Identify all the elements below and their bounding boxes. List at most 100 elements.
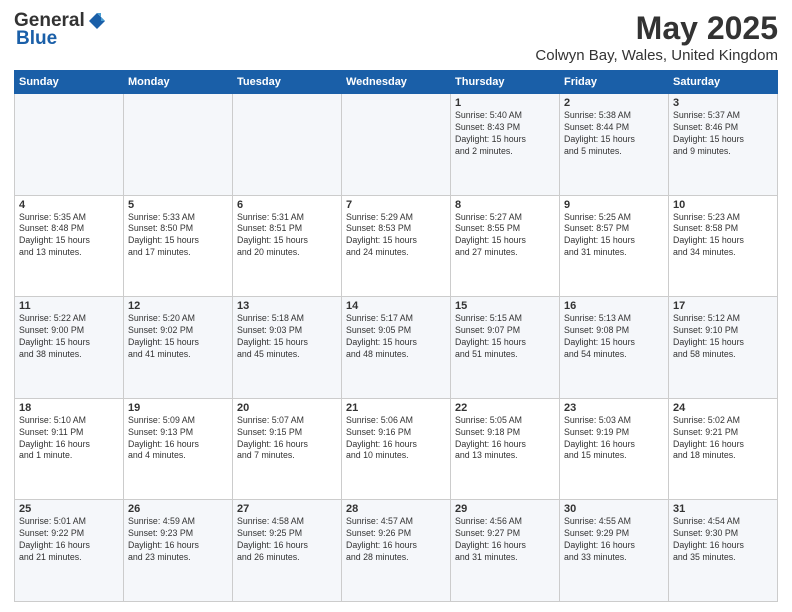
day-number: 16 [564, 300, 664, 312]
day-info: Sunrise: 5:25 AMSunset: 8:57 PMDaylight:… [564, 212, 664, 260]
day-number: 12 [128, 300, 228, 312]
calendar-cell: 22Sunrise: 5:05 AMSunset: 9:18 PMDayligh… [451, 398, 560, 500]
day-number: 30 [564, 503, 664, 515]
day-info: Sunrise: 5:07 AMSunset: 9:15 PMDaylight:… [237, 415, 337, 463]
day-number: 15 [455, 300, 555, 312]
day-header-sunday: Sunday [15, 71, 124, 94]
day-info: Sunrise: 5:22 AMSunset: 9:00 PMDaylight:… [19, 313, 119, 361]
day-info: Sunrise: 5:06 AMSunset: 9:16 PMDaylight:… [346, 415, 446, 463]
month-year: May 2025 [535, 10, 778, 47]
day-info: Sunrise: 5:33 AMSunset: 8:50 PMDaylight:… [128, 212, 228, 260]
page: General Blue May 2025 Colwyn Bay, Wales,… [0, 0, 792, 612]
header: General Blue May 2025 Colwyn Bay, Wales,… [14, 10, 778, 64]
calendar-cell: 15Sunrise: 5:15 AMSunset: 9:07 PMDayligh… [451, 297, 560, 399]
day-number: 23 [564, 402, 664, 414]
calendar-week-1: 1Sunrise: 5:40 AMSunset: 8:43 PMDaylight… [15, 94, 778, 196]
day-info: Sunrise: 5:01 AMSunset: 9:22 PMDaylight:… [19, 516, 119, 564]
calendar-week-2: 4Sunrise: 5:35 AMSunset: 8:48 PMDaylight… [15, 195, 778, 297]
calendar-cell: 16Sunrise: 5:13 AMSunset: 9:08 PMDayligh… [560, 297, 669, 399]
days-header-row: SundayMondayTuesdayWednesdayThursdayFrid… [15, 71, 778, 94]
day-number: 13 [237, 300, 337, 312]
day-number: 20 [237, 402, 337, 414]
day-header-thursday: Thursday [451, 71, 560, 94]
day-info: Sunrise: 5:23 AMSunset: 8:58 PMDaylight:… [673, 212, 773, 260]
day-number: 31 [673, 503, 773, 515]
calendar-cell: 14Sunrise: 5:17 AMSunset: 9:05 PMDayligh… [342, 297, 451, 399]
day-number: 21 [346, 402, 446, 414]
calendar-cell: 17Sunrise: 5:12 AMSunset: 9:10 PMDayligh… [669, 297, 778, 399]
day-number: 17 [673, 300, 773, 312]
day-info: Sunrise: 5:35 AMSunset: 8:48 PMDaylight:… [19, 212, 119, 260]
calendar-cell: 13Sunrise: 5:18 AMSunset: 9:03 PMDayligh… [233, 297, 342, 399]
calendar-cell: 1Sunrise: 5:40 AMSunset: 8:43 PMDaylight… [451, 94, 560, 196]
day-number: 18 [19, 402, 119, 414]
calendar-cell: 9Sunrise: 5:25 AMSunset: 8:57 PMDaylight… [560, 195, 669, 297]
day-info: Sunrise: 5:29 AMSunset: 8:53 PMDaylight:… [346, 212, 446, 260]
calendar-cell: 4Sunrise: 5:35 AMSunset: 8:48 PMDaylight… [15, 195, 124, 297]
calendar-cell [124, 94, 233, 196]
day-number: 25 [19, 503, 119, 515]
day-number: 27 [237, 503, 337, 515]
calendar-week-4: 18Sunrise: 5:10 AMSunset: 9:11 PMDayligh… [15, 398, 778, 500]
day-info: Sunrise: 5:37 AMSunset: 8:46 PMDaylight:… [673, 110, 773, 158]
calendar-cell: 20Sunrise: 5:07 AMSunset: 9:15 PMDayligh… [233, 398, 342, 500]
calendar-cell: 31Sunrise: 4:54 AMSunset: 9:30 PMDayligh… [669, 500, 778, 602]
day-info: Sunrise: 5:13 AMSunset: 9:08 PMDaylight:… [564, 313, 664, 361]
day-info: Sunrise: 5:02 AMSunset: 9:21 PMDaylight:… [673, 415, 773, 463]
logo: General Blue [14, 10, 107, 50]
calendar-table: SundayMondayTuesdayWednesdayThursdayFrid… [14, 70, 778, 602]
day-header-monday: Monday [124, 71, 233, 94]
calendar-cell: 29Sunrise: 4:56 AMSunset: 9:27 PMDayligh… [451, 500, 560, 602]
day-info: Sunrise: 5:03 AMSunset: 9:19 PMDaylight:… [564, 415, 664, 463]
day-info: Sunrise: 5:15 AMSunset: 9:07 PMDaylight:… [455, 313, 555, 361]
calendar-cell: 28Sunrise: 4:57 AMSunset: 9:26 PMDayligh… [342, 500, 451, 602]
day-number: 1 [455, 97, 555, 109]
day-info: Sunrise: 5:17 AMSunset: 9:05 PMDaylight:… [346, 313, 446, 361]
day-number: 3 [673, 97, 773, 109]
calendar-week-3: 11Sunrise: 5:22 AMSunset: 9:00 PMDayligh… [15, 297, 778, 399]
calendar-cell: 6Sunrise: 5:31 AMSunset: 8:51 PMDaylight… [233, 195, 342, 297]
calendar-week-5: 25Sunrise: 5:01 AMSunset: 9:22 PMDayligh… [15, 500, 778, 602]
location: Colwyn Bay, Wales, United Kingdom [535, 47, 778, 64]
calendar-cell: 8Sunrise: 5:27 AMSunset: 8:55 PMDaylight… [451, 195, 560, 297]
day-info: Sunrise: 5:40 AMSunset: 8:43 PMDaylight:… [455, 110, 555, 158]
day-info: Sunrise: 4:57 AMSunset: 9:26 PMDaylight:… [346, 516, 446, 564]
day-info: Sunrise: 4:55 AMSunset: 9:29 PMDaylight:… [564, 516, 664, 564]
day-number: 11 [19, 300, 119, 312]
day-header-wednesday: Wednesday [342, 71, 451, 94]
calendar-cell: 11Sunrise: 5:22 AMSunset: 9:00 PMDayligh… [15, 297, 124, 399]
day-info: Sunrise: 5:12 AMSunset: 9:10 PMDaylight:… [673, 313, 773, 361]
calendar-cell: 30Sunrise: 4:55 AMSunset: 9:29 PMDayligh… [560, 500, 669, 602]
day-info: Sunrise: 5:27 AMSunset: 8:55 PMDaylight:… [455, 212, 555, 260]
calendar-cell: 2Sunrise: 5:38 AMSunset: 8:44 PMDaylight… [560, 94, 669, 196]
calendar-cell: 7Sunrise: 5:29 AMSunset: 8:53 PMDaylight… [342, 195, 451, 297]
day-header-friday: Friday [560, 71, 669, 94]
calendar-cell [342, 94, 451, 196]
day-info: Sunrise: 4:54 AMSunset: 9:30 PMDaylight:… [673, 516, 773, 564]
day-info: Sunrise: 5:10 AMSunset: 9:11 PMDaylight:… [19, 415, 119, 463]
day-info: Sunrise: 5:38 AMSunset: 8:44 PMDaylight:… [564, 110, 664, 158]
day-info: Sunrise: 5:05 AMSunset: 9:18 PMDaylight:… [455, 415, 555, 463]
calendar-cell: 12Sunrise: 5:20 AMSunset: 9:02 PMDayligh… [124, 297, 233, 399]
calendar-cell: 3Sunrise: 5:37 AMSunset: 8:46 PMDaylight… [669, 94, 778, 196]
day-number: 6 [237, 199, 337, 211]
calendar-cell: 10Sunrise: 5:23 AMSunset: 8:58 PMDayligh… [669, 195, 778, 297]
calendar-cell: 27Sunrise: 4:58 AMSunset: 9:25 PMDayligh… [233, 500, 342, 602]
day-number: 10 [673, 199, 773, 211]
day-number: 19 [128, 402, 228, 414]
logo-icon [87, 11, 107, 31]
day-number: 4 [19, 199, 119, 211]
day-number: 22 [455, 402, 555, 414]
day-number: 2 [564, 97, 664, 109]
calendar-cell: 26Sunrise: 4:59 AMSunset: 9:23 PMDayligh… [124, 500, 233, 602]
day-number: 14 [346, 300, 446, 312]
day-info: Sunrise: 5:18 AMSunset: 9:03 PMDaylight:… [237, 313, 337, 361]
calendar-cell: 19Sunrise: 5:09 AMSunset: 9:13 PMDayligh… [124, 398, 233, 500]
calendar-cell: 5Sunrise: 5:33 AMSunset: 8:50 PMDaylight… [124, 195, 233, 297]
calendar-cell: 18Sunrise: 5:10 AMSunset: 9:11 PMDayligh… [15, 398, 124, 500]
calendar-cell [15, 94, 124, 196]
calendar-cell: 24Sunrise: 5:02 AMSunset: 9:21 PMDayligh… [669, 398, 778, 500]
day-number: 28 [346, 503, 446, 515]
day-number: 9 [564, 199, 664, 211]
day-info: Sunrise: 4:56 AMSunset: 9:27 PMDaylight:… [455, 516, 555, 564]
